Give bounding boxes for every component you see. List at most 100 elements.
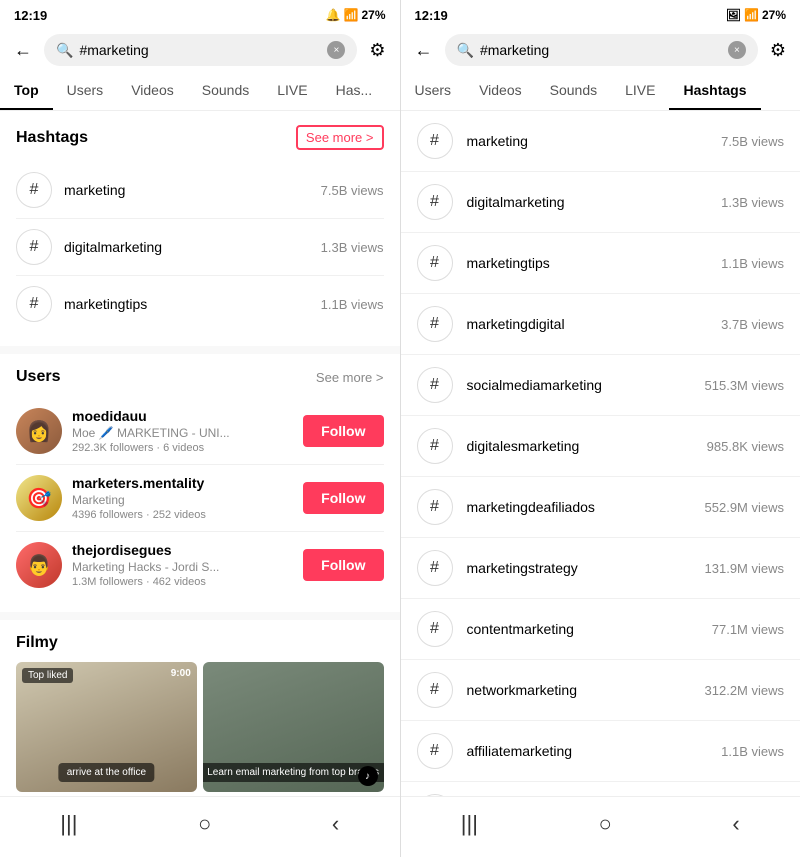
userstats-marketers-mentality: 4396 followers · 252 videos bbox=[72, 509, 293, 521]
username-thejordisegues: thejordisegues bbox=[72, 542, 293, 558]
nav-back-right[interactable]: ‹ bbox=[712, 807, 759, 841]
tab-live-right[interactable]: LIVE bbox=[611, 72, 669, 110]
users-section: Users See more > 👩 moedidauu Moe 🖊️ MARK… bbox=[0, 354, 400, 612]
time-right: 12:19 bbox=[415, 8, 448, 23]
hash-list-row-marketing[interactable]: # marketing 7.5B views bbox=[401, 111, 800, 172]
hash-list-icon-marketingtips: # bbox=[417, 245, 453, 281]
hash-list-name-marketingdeafiliados: marketingdeafiliados bbox=[467, 499, 705, 515]
tab-users-left[interactable]: Users bbox=[53, 72, 118, 110]
userdesc-marketers-mentality: Marketing bbox=[72, 493, 293, 507]
hash-list-name-marketingdigital: marketingdigital bbox=[467, 316, 722, 332]
users-see-more[interactable]: See more > bbox=[316, 370, 384, 385]
hash-list-views-affiliatemarketing: 1.1B views bbox=[721, 744, 784, 759]
clear-button-left[interactable]: × bbox=[327, 41, 345, 59]
filmy-section: Filmy Top liked 9:00 arrive at the offic… bbox=[0, 620, 400, 796]
tabs-row-left: Top Users Videos Sounds LIVE Has... bbox=[0, 72, 400, 111]
follow-button-thejordisegues[interactable]: Follow bbox=[303, 549, 383, 581]
top-liked-badge: Top liked bbox=[22, 668, 73, 683]
hash-list-row-contentmarketing[interactable]: # contentmarketing 77.1M views bbox=[401, 599, 800, 660]
hash-list-name-marketing: marketing bbox=[467, 133, 722, 149]
hash-list-views-digitalmarketing: 1.3B views bbox=[721, 195, 784, 210]
avatar-thejordisegues: 👨 bbox=[16, 542, 62, 588]
username-moedidauu: moedidauu bbox=[72, 408, 293, 424]
hash-list-views-marketingtips: 1.1B views bbox=[721, 256, 784, 271]
tab-videos-right[interactable]: Videos bbox=[465, 72, 536, 110]
hashtag-views-digitalmarketing: 1.3B views bbox=[321, 240, 384, 255]
tab-hashtags-right[interactable]: Hashtags bbox=[669, 72, 760, 110]
nav-menu-right[interactable]: ||| bbox=[441, 807, 498, 841]
filmy-title: Filmy bbox=[16, 634, 384, 652]
filter-button-right[interactable]: ⚙ bbox=[766, 36, 790, 65]
hashtags-section: Hashtags See more > # marketing 7.5B vie… bbox=[0, 111, 400, 346]
nav-back-left[interactable]: ‹ bbox=[312, 807, 359, 841]
hash-icon-digitalmarketing: # bbox=[16, 229, 52, 265]
tab-sounds-left[interactable]: Sounds bbox=[188, 72, 263, 110]
hashtags-header: Hashtags See more > bbox=[16, 125, 384, 150]
follow-button-marketers-mentality[interactable]: Follow bbox=[303, 482, 383, 514]
hash-icon-marketing: # bbox=[16, 172, 52, 208]
nav-home-left[interactable]: ○ bbox=[178, 807, 231, 841]
user-row-moedidauu[interactable]: 👩 moedidauu Moe 🖊️ MARKETING - UNI... 29… bbox=[16, 398, 384, 465]
hashtag-row-digitalmarketing[interactable]: # digitalmarketing 1.3B views bbox=[16, 219, 384, 276]
hashtag-row-marketing[interactable]: # marketing 7.5B views bbox=[16, 162, 384, 219]
tab-videos-left[interactable]: Videos bbox=[117, 72, 188, 110]
search-query-left: #marketing bbox=[79, 42, 321, 58]
hashtag-row-marketingtips[interactable]: # marketingtips 1.1B views bbox=[16, 276, 384, 332]
hash-list-icon-marketingstrategy: # bbox=[417, 550, 453, 586]
tiktok-logo: ♪ bbox=[358, 766, 378, 786]
back-button-right[interactable]: ← bbox=[411, 36, 437, 65]
video-thumb-2[interactable]: Learn email marketing from top brands ♪ bbox=[203, 662, 384, 792]
hash-list-icon-socialmediamarketing: # bbox=[417, 367, 453, 403]
hash-list-icon-contentmarketing: # bbox=[417, 611, 453, 647]
hashtag-views-marketingtips: 1.1B views bbox=[321, 297, 384, 312]
back-button-left[interactable]: ← bbox=[10, 36, 36, 65]
nav-home-right[interactable]: ○ bbox=[579, 807, 632, 841]
hash-list-row-networkmarketing[interactable]: # networkmarketing 312.2M views bbox=[401, 660, 800, 721]
user-row-marketers-mentality[interactable]: 🎯 marketers.mentality Marketing 4396 fol… bbox=[16, 465, 384, 532]
hashtag-views-marketing: 7.5B views bbox=[321, 183, 384, 198]
hash-list-name-marketingstrategy: marketingstrategy bbox=[467, 560, 705, 576]
wifi-icon-right: 📶 bbox=[744, 8, 759, 22]
wifi-icon: 📶 bbox=[344, 8, 359, 22]
tab-has-left[interactable]: Has... bbox=[322, 72, 387, 110]
hash-list-row-affiliatemarketing[interactable]: # affiliatemarketing 1.1B views bbox=[401, 721, 800, 782]
hash-list-row-digitalesmarketing[interactable]: # digitalesmarketing 985.8K views bbox=[401, 416, 800, 477]
video-overlay-text-2: Learn email marketing from top brands bbox=[203, 763, 384, 782]
tab-top[interactable]: Top bbox=[0, 72, 53, 110]
hash-list-views-marketingdeafiliados: 552.9M views bbox=[705, 500, 784, 515]
hash-list-row-marketingstrategy[interactable]: # marketingstrategy 131.9M views bbox=[401, 538, 800, 599]
status-bar-right: 12:19 🖼 📶 27% bbox=[401, 0, 800, 28]
follow-button-moedidauu[interactable]: Follow bbox=[303, 415, 383, 447]
hash-list-name-networkmarketing: networkmarketing bbox=[467, 682, 705, 698]
userstats-thejordisegues: 1.3M followers · 462 videos bbox=[72, 576, 293, 588]
hash-list-row-strategiemarketing[interactable]: # strategiemarketing 34.3M views bbox=[401, 782, 800, 796]
search-bar-right: ← 🔍 #marketing × ⚙ bbox=[401, 28, 800, 72]
hash-list-views-contentmarketing: 77.1M views bbox=[712, 622, 784, 637]
status-icons-left: 🔔 📶 27% bbox=[326, 8, 386, 22]
clear-button-right[interactable]: × bbox=[728, 41, 746, 59]
hashtags-see-more[interactable]: See more > bbox=[296, 125, 384, 150]
hash-list-views-marketingstrategy: 131.9M views bbox=[705, 561, 784, 576]
hash-list-row-socialmediamarketing[interactable]: # socialmediamarketing 515.3M views bbox=[401, 355, 800, 416]
hash-list-row-digitalmarketing[interactable]: # digitalmarketing 1.3B views bbox=[401, 172, 800, 233]
filter-button-left[interactable]: ⚙ bbox=[365, 36, 389, 65]
tab-users-right[interactable]: Users bbox=[401, 72, 466, 110]
video-thumb-1[interactable]: Top liked 9:00 arrive at the office bbox=[16, 662, 197, 792]
hash-list-icon-marketingdeafiliados: # bbox=[417, 489, 453, 525]
hash-list-views-networkmarketing: 312.2M views bbox=[705, 683, 784, 698]
user-info-thejordisegues: thejordisegues Marketing Hacks - Jordi S… bbox=[72, 542, 293, 588]
tab-live-left[interactable]: LIVE bbox=[263, 72, 321, 110]
search-input-wrap-left[interactable]: 🔍 #marketing × bbox=[44, 34, 357, 66]
search-input-wrap-right[interactable]: 🔍 #marketing × bbox=[445, 34, 758, 66]
nav-bar-left: ||| ○ ‹ bbox=[0, 796, 400, 857]
time-left: 12:19 bbox=[14, 8, 47, 23]
hash-list-row-marketingdigital[interactable]: # marketingdigital 3.7B views bbox=[401, 294, 800, 355]
hash-list-row-marketingtips[interactable]: # marketingtips 1.1B views bbox=[401, 233, 800, 294]
right-panel: 12:19 🖼 📶 27% ← 🔍 #marketing × ⚙ Users V… bbox=[401, 0, 800, 857]
username-marketers-mentality: marketers.mentality bbox=[72, 475, 293, 491]
user-row-thejordisegues[interactable]: 👨 thejordisegues Marketing Hacks - Jordi… bbox=[16, 532, 384, 598]
hash-list-row-marketingdeafiliados[interactable]: # marketingdeafiliados 552.9M views bbox=[401, 477, 800, 538]
tab-sounds-right[interactable]: Sounds bbox=[536, 72, 611, 110]
hash-list-icon-digitalmarketing: # bbox=[417, 184, 453, 220]
nav-menu-left[interactable]: ||| bbox=[40, 807, 97, 841]
